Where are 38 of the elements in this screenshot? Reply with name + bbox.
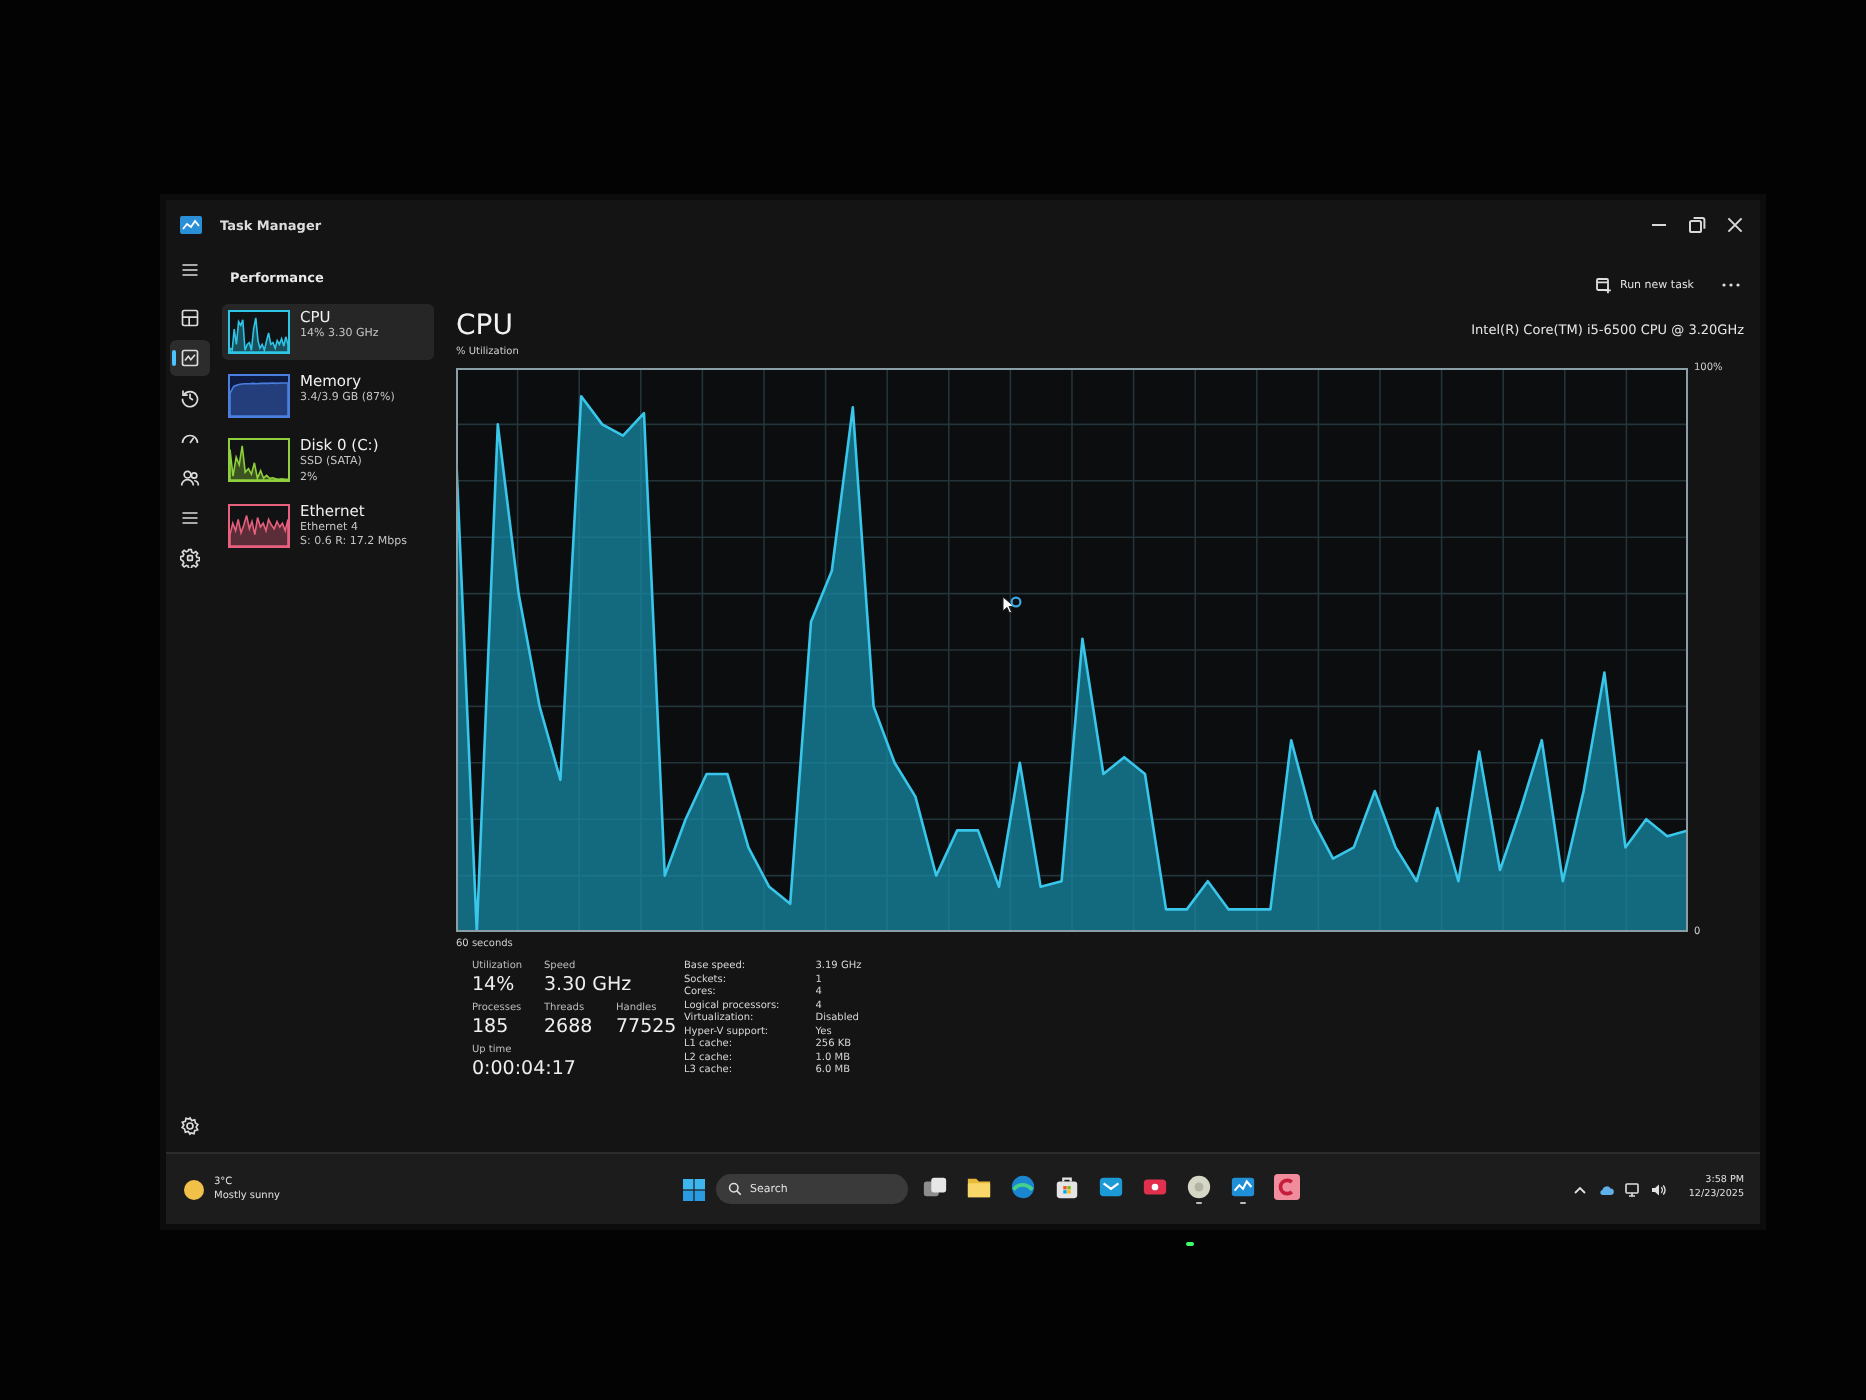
settings-icon[interactable] <box>180 1116 200 1136</box>
close-icon[interactable] <box>1726 216 1744 234</box>
shopping-bag-icon <box>1054 1173 1080 1199</box>
stat-value: 3.30 GHz <box>544 974 632 996</box>
busy-cursor-icon <box>1002 596 1022 616</box>
stat-value: 2688 <box>544 1016 595 1038</box>
stat-value: 185 <box>472 1016 511 1038</box>
panel-title: CPU <box>456 312 513 340</box>
grid-icon <box>180 308 200 328</box>
more-icon[interactable] <box>1722 282 1740 288</box>
search-icon <box>728 1182 742 1196</box>
pulse-chart-icon <box>1230 1173 1256 1199</box>
stat-value: 14% <box>472 974 517 996</box>
task-view-icon <box>922 1173 948 1199</box>
monitor-icon[interactable] <box>1624 1181 1641 1197</box>
running-indicator <box>1196 1201 1202 1204</box>
clock-arrow-icon <box>180 388 200 408</box>
four-panes-icon[interactable] <box>682 1177 706 1201</box>
wave-circle-icon <box>1010 1173 1036 1199</box>
window-plus-icon <box>1596 277 1612 293</box>
speaker-icon[interactable] <box>1650 1181 1667 1197</box>
arc-tile-icon <box>1274 1173 1300 1199</box>
cloud-icon[interactable] <box>1598 1181 1615 1197</box>
running-indicator <box>1240 1201 1246 1204</box>
cog-icon <box>180 548 200 568</box>
sun-icon <box>182 1177 206 1201</box>
folder-icon <box>966 1173 992 1199</box>
chevron-up-icon[interactable] <box>1572 1181 1589 1197</box>
disc-icon <box>1186 1173 1212 1199</box>
menu-icon[interactable] <box>180 260 200 280</box>
pulse-chart-icon <box>180 216 202 234</box>
stat-value: 0:00:04:17 <box>472 1058 576 1080</box>
nav-button[interactable] <box>170 340 210 376</box>
pulse-chart-icon <box>180 348 200 368</box>
envelope-icon <box>1098 1173 1124 1199</box>
users-icon <box>180 468 200 488</box>
restore-icon[interactable] <box>1688 216 1706 234</box>
list-icon <box>180 508 200 528</box>
